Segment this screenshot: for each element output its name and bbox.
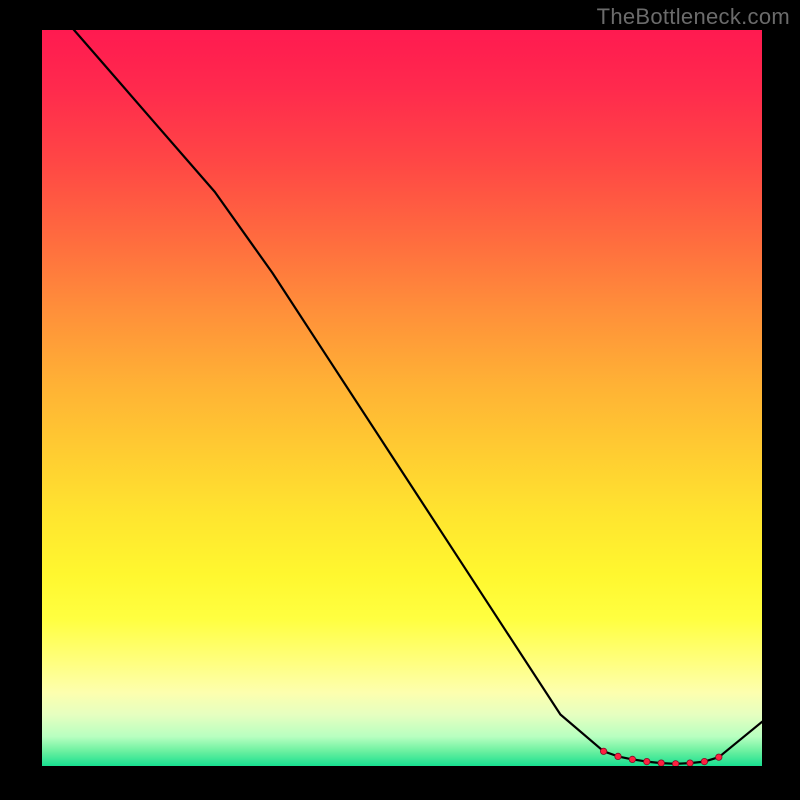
- chart-line: [42, 30, 762, 764]
- plot-area: [42, 30, 762, 766]
- chart-svg: [42, 30, 762, 766]
- series-marker: [672, 761, 678, 766]
- watermark-text: TheBottleneck.com: [597, 4, 790, 30]
- series-marker: [629, 756, 635, 762]
- series-marker: [615, 753, 621, 759]
- series-markers: [600, 748, 722, 766]
- series-marker: [716, 754, 722, 760]
- series-marker: [687, 760, 693, 766]
- series-marker: [644, 758, 650, 764]
- series-marker: [658, 760, 664, 766]
- series-marker: [600, 748, 606, 754]
- chart-frame: TheBottleneck.com: [0, 0, 800, 800]
- series-marker: [701, 758, 707, 764]
